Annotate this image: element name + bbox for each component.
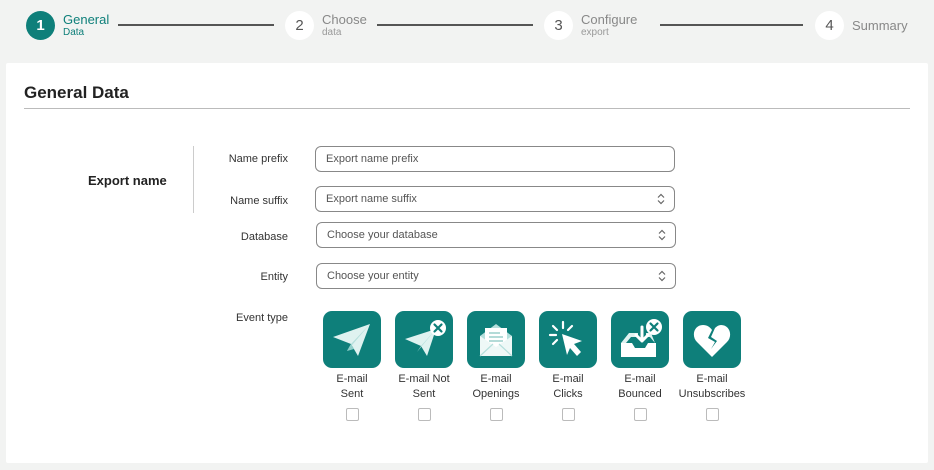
general-data-card: General Data Export name Name prefix Exp…	[6, 63, 928, 463]
broken-heart-icon	[693, 324, 731, 357]
inbox-x-icon	[621, 318, 662, 357]
cursor-click-icon	[548, 320, 582, 356]
event-email-sent-label-1: E-mail	[336, 373, 368, 385]
step-1-title: General	[63, 11, 110, 27]
database-label: Database	[240, 231, 288, 243]
event-email-unsubscribes-checkbox[interactable]	[705, 408, 719, 421]
event-email-not-sent-tile[interactable]	[395, 311, 453, 368]
database-select[interactable]: Choose your database	[316, 222, 676, 248]
step-3-subtitle: export	[581, 26, 609, 38]
step-2-number: 2	[285, 10, 314, 40]
event-email-openings-label-2: Openings	[472, 388, 520, 400]
event-email-sent-tile[interactable]	[323, 311, 381, 368]
event-email-not-sent-checkbox[interactable]	[417, 408, 431, 421]
export-name-section-label: Export name	[88, 173, 167, 188]
paper-plane-icon	[333, 323, 370, 356]
event-email-sent-checkbox[interactable]	[345, 408, 359, 421]
step-configure-export[interactable]: 3 Configure export	[544, 10, 637, 40]
event-email-not-sent[interactable]: E-mail Not Sent	[390, 311, 458, 421]
event-email-bounced-label-2: Bounced	[618, 388, 662, 400]
event-email-openings-checkbox[interactable]	[489, 408, 503, 421]
event-email-sent-label-2: Sent	[340, 388, 364, 400]
chevron-up-down-icon	[657, 193, 665, 205]
step-1-subtitle: Data	[63, 26, 85, 38]
step-3-number: 3	[544, 10, 573, 40]
chevron-up-down-icon	[658, 270, 666, 282]
event-email-clicks-checkbox[interactable]	[561, 408, 575, 421]
name-suffix-select[interactable]: Export name suffix	[315, 186, 675, 212]
name-suffix-label: Name suffix	[230, 195, 288, 207]
name-suffix-placeholder: Export name suffix	[326, 193, 417, 205]
paper-plane-x-icon	[405, 319, 446, 356]
event-email-not-sent-label-1: E-mail Not	[398, 373, 450, 385]
step-connector-3	[660, 24, 803, 26]
step-2-subtitle: data	[322, 26, 342, 38]
step-connector-1	[118, 24, 274, 26]
event-email-not-sent-label-2: Sent	[412, 388, 436, 400]
event-email-sent[interactable]: E-mail Sent	[318, 311, 386, 421]
entity-label: Entity	[260, 271, 288, 283]
card-divider	[24, 108, 910, 109]
step-summary[interactable]: 4 Summary	[815, 10, 908, 40]
event-email-clicks-tile[interactable]	[539, 311, 597, 368]
event-email-openings-tile[interactable]	[467, 311, 525, 368]
event-email-openings[interactable]: E-mail Openings	[462, 311, 530, 421]
event-email-bounced[interactable]: E-mail Bounced	[606, 311, 674, 421]
event-email-bounced-label-1: E-mail	[624, 373, 656, 385]
step-connector-2	[377, 24, 533, 26]
step-1-number: 1	[26, 10, 55, 40]
step-3-title: Configure	[581, 11, 638, 27]
open-envelope-icon	[479, 323, 513, 356]
event-email-unsubscribes[interactable]: E-mail Unsubscribes	[678, 311, 746, 421]
name-prefix-input[interactable]: Export name prefix	[315, 146, 675, 172]
database-placeholder: Choose your database	[327, 229, 438, 241]
step-general-data[interactable]: 1 General Data	[26, 10, 109, 40]
chevron-up-down-icon	[658, 229, 666, 241]
entity-placeholder: Choose your entity	[327, 270, 419, 282]
event-email-openings-label-1: E-mail	[480, 373, 512, 385]
event-email-clicks-label-2: Clicks	[553, 388, 583, 400]
event-email-clicks-label-1: E-mail	[552, 373, 584, 385]
event-email-bounced-checkbox[interactable]	[633, 408, 647, 421]
event-email-bounced-tile[interactable]	[611, 311, 669, 368]
step-4-title: Summary	[852, 17, 908, 33]
event-email-unsubscribes-label-2: Unsubscribes	[678, 388, 746, 400]
card-title: General Data	[24, 83, 129, 102]
name-prefix-label: Name prefix	[228, 153, 288, 165]
event-email-unsubscribes-tile[interactable]	[683, 311, 741, 368]
step-choose-data[interactable]: 2 Choose data	[285, 10, 367, 40]
entity-select[interactable]: Choose your entity	[316, 263, 676, 289]
step-4-number: 4	[815, 10, 844, 40]
step-2-title: Choose	[322, 11, 367, 27]
name-prefix-placeholder: Export name prefix	[326, 153, 419, 165]
event-type-label: Event type	[236, 312, 288, 324]
export-stepper: 1 General Data 2 Choose data 3 Configure…	[0, 0, 934, 50]
event-email-clicks[interactable]: E-mail Clicks	[534, 311, 602, 421]
event-email-unsubscribes-label-1: E-mail	[696, 373, 728, 385]
